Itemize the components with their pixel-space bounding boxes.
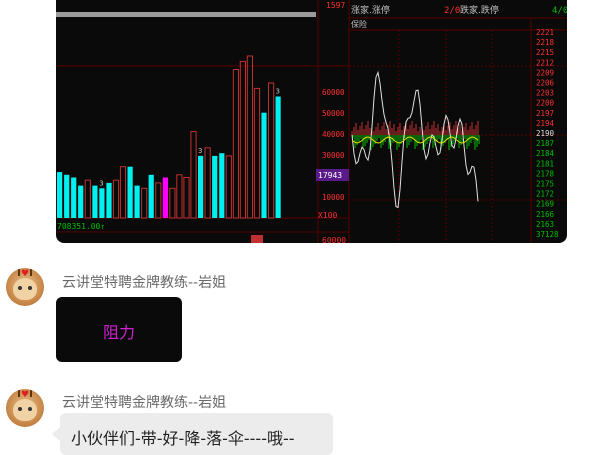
sender-name: 云讲堂特聘金牌教练--岩姐 — [62, 275, 227, 291]
message-bubble[interactable]: 小伙伴们-带-好-降-落-伞----哦-- — [52, 413, 333, 455]
price-tick-label: 2194 — [536, 119, 555, 128]
price-axis: 22212218221522122209 22062203220021972194… — [536, 28, 559, 239]
price-tick-label: 2163 — [536, 220, 554, 229]
price-tick-label: 2203 — [536, 89, 554, 98]
volume-bar — [92, 185, 98, 218]
volume-bar — [239, 60, 247, 219]
volume-bar — [119, 166, 127, 219]
volume-bar — [190, 131, 197, 219]
sender-name: 云讲堂特聘金牌教练--岩姐 — [62, 395, 227, 411]
volume-bar — [268, 82, 275, 219]
volume-tick-label: 10000 — [322, 193, 345, 202]
avatar[interactable]: ♥ — [6, 389, 44, 427]
message-text: 阻力 — [102, 323, 135, 342]
volume-bar — [127, 166, 133, 218]
left-bottom-value: 60000 — [322, 236, 346, 243]
down-count-value: 4/0 — [552, 6, 567, 16]
price-tick-label: 37128 — [536, 230, 559, 239]
price-tick-label: 2215 — [536, 48, 554, 57]
message-bubble[interactable]: 阻力 — [56, 297, 182, 362]
up-count-value: 2/0 — [444, 6, 460, 16]
volume-bar — [141, 187, 148, 219]
volume-bar — [99, 188, 105, 218]
stock-chart: 333 600005000040000300002000010000 1597 … — [56, 0, 567, 243]
chart-screenshot-image[interactable]: 333 600005000040000300002000010000 1597 … — [56, 0, 567, 243]
volume-bar — [225, 155, 232, 219]
message-text: 小伙伴们-带-好-降-落-伞----哦-- — [71, 429, 295, 448]
price-tick-label: 2166 — [536, 210, 555, 219]
price-tick-label: 2197 — [536, 109, 554, 118]
volume-bar — [204, 147, 211, 219]
multiplier-label: X100 — [318, 211, 337, 220]
volume-bar — [176, 174, 183, 219]
heart-icon: ♥ — [21, 390, 30, 400]
volume-tick-label: 30000 — [322, 151, 345, 160]
volume-tick-label: 60000 — [322, 88, 345, 97]
sector-label: 保险 — [351, 19, 367, 29]
volume-bar — [169, 187, 176, 219]
volume-bar — [261, 112, 267, 218]
price-tick-label: 2172 — [536, 190, 554, 199]
price-tick-label: 2218 — [536, 38, 555, 47]
price-tick-label: 2187 — [536, 139, 554, 148]
bar-mark: 3 — [276, 88, 280, 96]
volume-bar — [112, 179, 120, 219]
price-tick-label: 2221 — [536, 28, 554, 37]
bar-mark: 3 — [198, 147, 202, 155]
price-tick-label: 2175 — [536, 180, 554, 189]
price-tick-label: 2181 — [536, 159, 554, 168]
volume-bar — [106, 182, 112, 218]
volume-tick-label: 50000 — [322, 109, 345, 118]
highlight-value: 17943 — [318, 171, 342, 180]
volume-bar — [57, 172, 63, 218]
price-tick-label: 2184 — [536, 149, 555, 158]
left-top-value: 1597 — [326, 1, 345, 10]
bar-mark: 3 — [99, 179, 103, 187]
price-tick-label: 2178 — [536, 169, 555, 178]
left-volume-axis: 600005000040000300002000010000 — [322, 88, 345, 202]
heart-icon: ♥ — [21, 269, 30, 279]
volume-bar — [162, 177, 168, 218]
volume-bar — [253, 87, 261, 219]
volume-bar — [155, 182, 162, 219]
down-count-label: 跌家.跌停 — [460, 4, 499, 16]
top-gray-band — [56, 12, 316, 17]
avatar[interactable]: ♥ — [6, 268, 44, 306]
volume-bar — [148, 174, 154, 218]
price-tick-label: 2209 — [536, 68, 554, 77]
volume-bar — [183, 177, 190, 219]
intraday-lines — [351, 70, 480, 209]
bottom-red-marker — [251, 235, 263, 243]
volume-bar — [84, 179, 91, 219]
volume-bars — [57, 55, 281, 219]
volume-bar — [134, 185, 140, 218]
price-tick-label: 2200 — [536, 99, 555, 108]
volume-bar — [232, 69, 240, 219]
volume-bar — [246, 55, 254, 219]
volume-tick-label: 40000 — [322, 130, 345, 139]
price-tick-label: 2206 — [536, 79, 555, 88]
cumulative-label: 708351.00↑ — [57, 222, 105, 231]
up-count-label: 涨家.涨停 — [351, 4, 390, 16]
price-tick-label: 2212 — [536, 58, 554, 67]
volume-bar — [275, 96, 281, 218]
price-tick-label: 2169 — [536, 200, 554, 209]
volume-bar — [219, 153, 225, 218]
price-tick-label: 2190 — [536, 129, 555, 138]
volume-bar — [64, 174, 70, 218]
volume-bar — [78, 185, 84, 218]
volume-bar — [212, 155, 218, 218]
volume-bar — [198, 155, 204, 218]
volume-bar — [71, 177, 77, 218]
